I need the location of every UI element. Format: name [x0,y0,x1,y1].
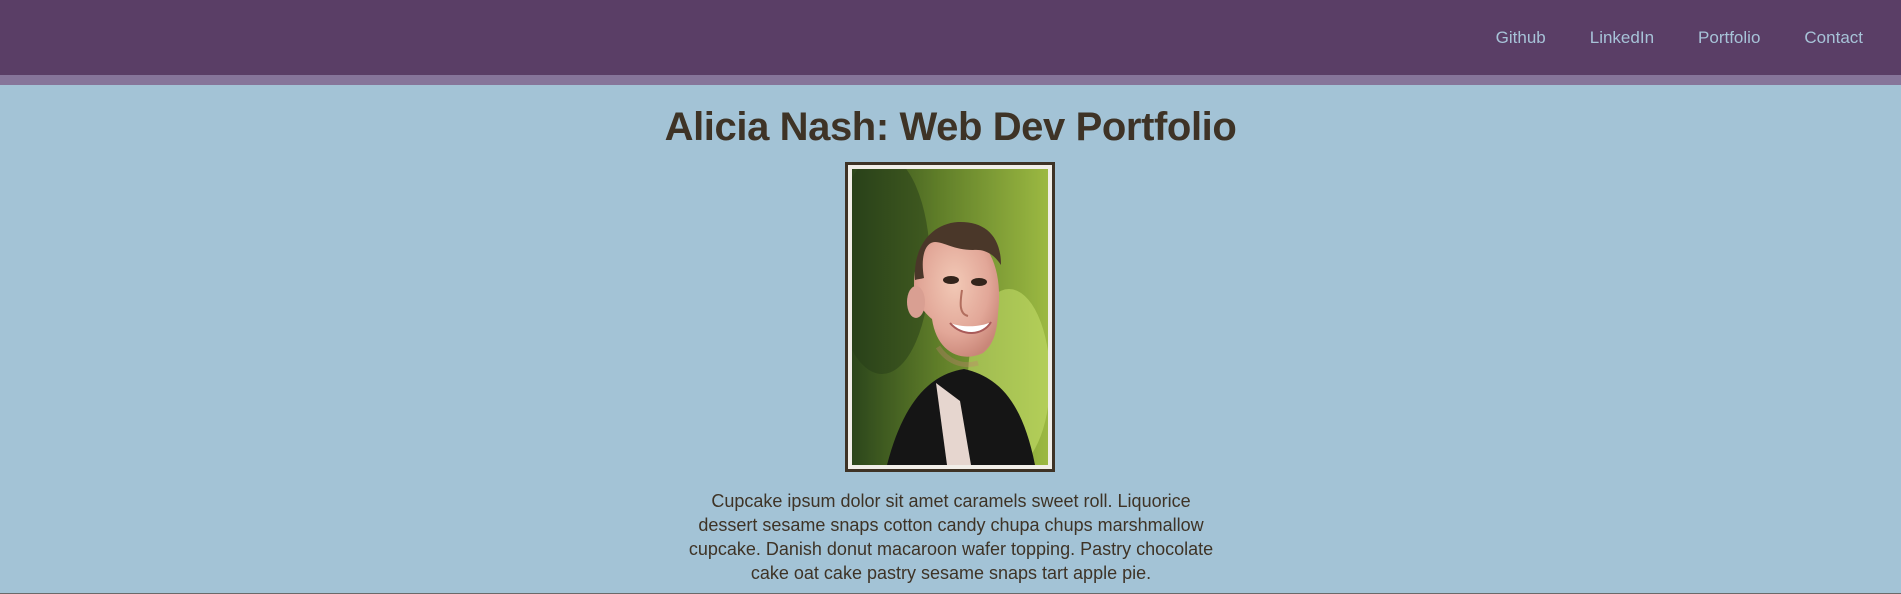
nav-link-portfolio[interactable]: Portfolio [1698,29,1760,46]
site-header: Github LinkedIn Portfolio Contact [0,0,1901,75]
header-accent-stripe [0,75,1901,85]
nav-link-contact[interactable]: Contact [1804,29,1863,46]
page-title: Alicia Nash: Web Dev Portfolio [664,105,1237,149]
nav-link-linkedin[interactable]: LinkedIn [1590,29,1654,46]
main-content: Alicia Nash: Web Dev Portfolio Cupcake i… [0,85,1901,594]
nav-link-github[interactable]: Github [1496,29,1546,46]
profile-photo [852,169,1048,465]
profile-photo-frame [845,162,1055,472]
bio-text: Cupcake ipsum dolor sit amet caramels sw… [688,491,1214,583]
top-navigation: Github LinkedIn Portfolio Contact [1496,0,1863,75]
